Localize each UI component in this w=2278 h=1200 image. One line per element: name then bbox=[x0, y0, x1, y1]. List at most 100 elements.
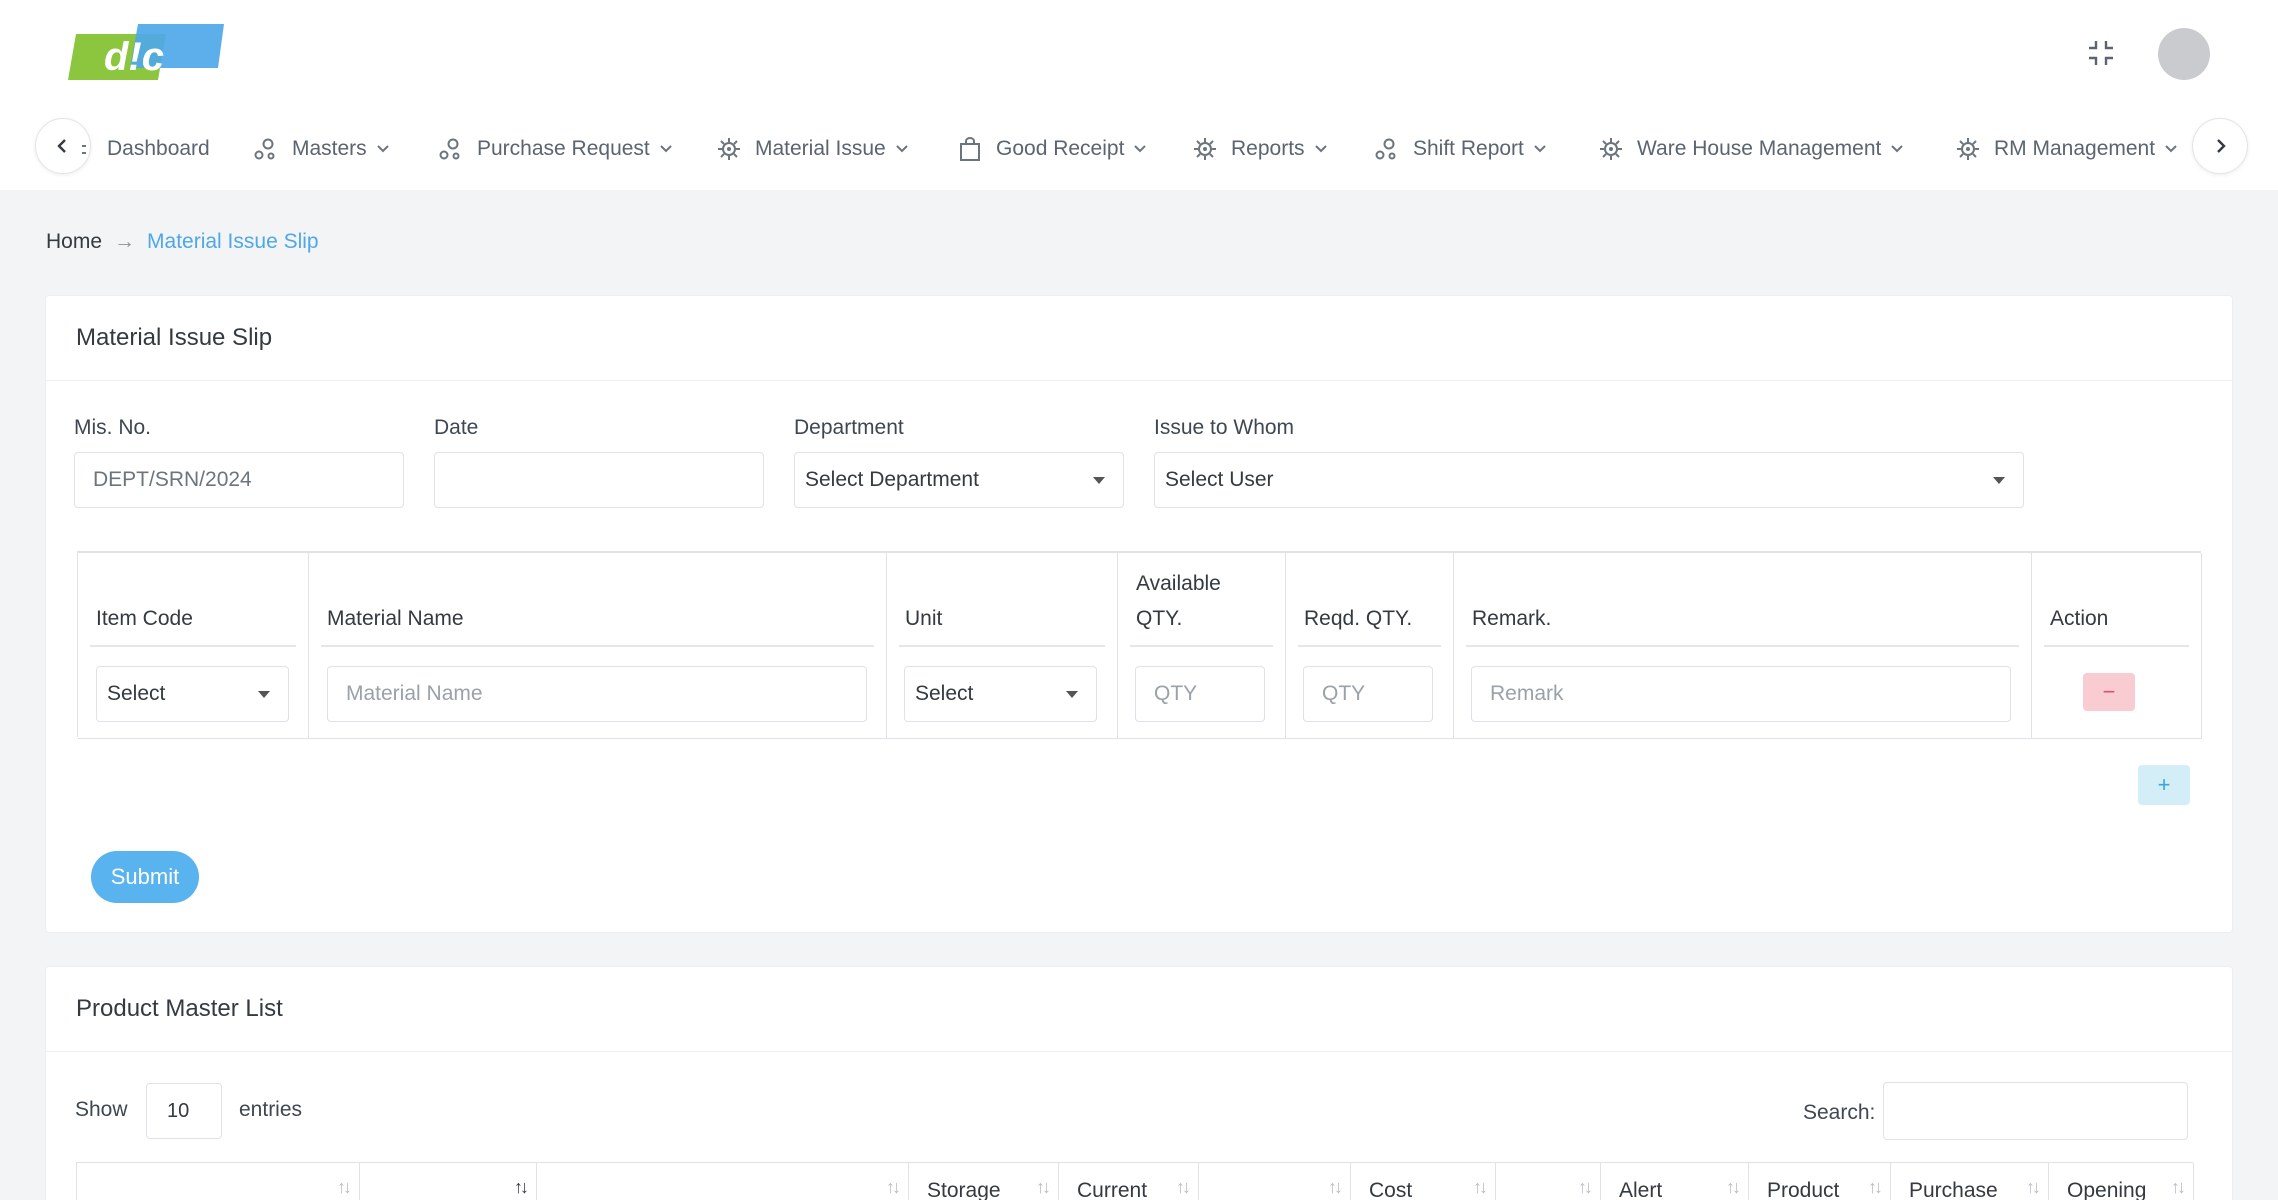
company-logo[interactable]: d!c bbox=[68, 24, 224, 82]
nav-item-purchase-request[interactable]: Purchase Request bbox=[439, 132, 673, 166]
search-input[interactable] bbox=[1883, 1082, 2188, 1140]
item-code-select[interactable]: Select bbox=[96, 666, 289, 722]
nav-item-label: Reports bbox=[1231, 137, 1305, 160]
nav-item-label: Dashboard bbox=[107, 137, 210, 160]
remove-row-button[interactable]: − bbox=[2083, 673, 2135, 711]
issue-to-select-value: Select User bbox=[1165, 468, 1274, 491]
sort-icon: ↑↓ bbox=[1036, 1177, 1051, 1197]
exit-fullscreen-icon[interactable] bbox=[2086, 38, 2116, 68]
search-label: Search: bbox=[1803, 1101, 1876, 1124]
nav-item-rm-management[interactable]: RM Management bbox=[1956, 132, 2178, 166]
chevron-left-icon bbox=[57, 139, 66, 153]
nav-item-label: Masters bbox=[292, 137, 367, 160]
reqd-qty-input[interactable]: QTY bbox=[1303, 666, 1433, 722]
table-header-cell[interactable]: ↑↓ bbox=[77, 1163, 360, 1200]
breadcrumb-separator: → bbox=[114, 230, 136, 253]
header-unit: Unit bbox=[905, 607, 943, 630]
nav-item-reports[interactable]: Reports bbox=[1193, 132, 1328, 166]
issue-to-select[interactable]: Select User bbox=[1154, 452, 2024, 508]
gear-icon bbox=[717, 137, 741, 161]
reqd-qty-placeholder: QTY bbox=[1322, 682, 1366, 705]
available-qty-input[interactable]: QTY bbox=[1135, 666, 1265, 722]
header-divider bbox=[90, 645, 296, 647]
header-available-qty-line-1: Available bbox=[1136, 572, 1221, 595]
nav-item-label: RM Management bbox=[1994, 137, 2156, 160]
column-header-label: Storage bbox=[927, 1179, 1001, 1200]
sort-icon: ↑↓ bbox=[886, 1177, 901, 1197]
table-header-cell[interactable]: Storage ↑↓ bbox=[909, 1163, 1059, 1200]
entries-length-select[interactable]: 10 bbox=[146, 1083, 222, 1139]
product-master-table: ↑↓ ↑↓ ↑↓ Storage ↑↓ Current ↑↓ ↑↓ Cost ↑… bbox=[76, 1162, 2194, 1200]
column-header-label: Opening bbox=[2067, 1179, 2147, 1200]
nav-item-label: Shift Report bbox=[1413, 137, 1524, 160]
mis-no-input[interactable]: DEPT/SRN/2024 bbox=[74, 452, 404, 508]
table-header-cell[interactable]: Cost ↑↓ bbox=[1351, 1163, 1496, 1200]
table-header-cell[interactable]: Product ↑↓ bbox=[1749, 1163, 1891, 1200]
nav-item-good-receipt[interactable]: Good Receipt bbox=[958, 132, 1147, 166]
table-header-cell[interactable]: ↑↓ bbox=[360, 1163, 537, 1200]
date-label: Date bbox=[434, 416, 479, 439]
nav-item-label: Material Issue bbox=[755, 137, 886, 160]
nav-item-masters[interactable]: Masters bbox=[254, 132, 390, 166]
remark-input[interactable]: Remark bbox=[1471, 666, 2011, 722]
circles-icon bbox=[1375, 137, 1399, 161]
department-label: Department bbox=[794, 416, 904, 439]
table-header-cell[interactable]: Current ↑↓ bbox=[1059, 1163, 1199, 1200]
table-header-cell[interactable]: ↑↓ bbox=[1199, 1163, 1351, 1200]
chevron-down-icon bbox=[895, 142, 909, 156]
material-name-placeholder: Material Name bbox=[346, 682, 483, 705]
header-divider bbox=[1130, 645, 1273, 647]
top-header: d!c Dashboard Masters Purchase Request M… bbox=[0, 0, 2278, 190]
material-name-input[interactable]: Material Name bbox=[327, 666, 867, 722]
remark-placeholder: Remark bbox=[1490, 682, 1564, 705]
chevron-right-icon bbox=[2217, 139, 2226, 153]
unit-select[interactable]: Select bbox=[904, 666, 1097, 722]
mis-no-label: Mis. No. bbox=[74, 416, 152, 439]
chevron-down-icon bbox=[1890, 142, 1904, 156]
date-input[interactable] bbox=[434, 452, 764, 508]
sort-icon: ↑↓ bbox=[2171, 1177, 2186, 1197]
entries-label: entries bbox=[239, 1098, 303, 1121]
caret-down-icon bbox=[258, 691, 270, 698]
chevron-down-icon bbox=[2164, 142, 2178, 156]
gear-icon bbox=[1599, 137, 1623, 161]
department-select-value: Select Department bbox=[805, 468, 979, 491]
header-reqd-qty: Reqd. QTY. bbox=[1304, 607, 1413, 630]
department-select[interactable]: Select Department bbox=[794, 452, 1124, 508]
table-header-cell[interactable]: Opening ↑↓ bbox=[2049, 1163, 2194, 1200]
header-divider bbox=[1298, 645, 1441, 647]
column-header-label: Purchase bbox=[1909, 1179, 1998, 1200]
card-title: Product Master List bbox=[46, 967, 2232, 1052]
circles-icon bbox=[254, 137, 278, 161]
table-header-cell[interactable]: Purchase ↑↓ bbox=[1891, 1163, 2049, 1200]
header-available-qty-line-2: QTY. bbox=[1136, 607, 1183, 630]
partial-icon bbox=[80, 137, 92, 161]
nav-item-warehouse-management[interactable]: Ware House Management bbox=[1599, 132, 1904, 166]
sort-icon: ↑↓ bbox=[2026, 1177, 2041, 1197]
nav-scroll-right-button[interactable] bbox=[2192, 118, 2248, 174]
submit-button[interactable]: Submit bbox=[91, 851, 199, 903]
item-code-select-value: Select bbox=[107, 682, 166, 705]
header-divider bbox=[899, 645, 1105, 647]
table-header-cell[interactable]: Alert ↑↓ bbox=[1601, 1163, 1749, 1200]
nav-item-dashboard[interactable]: Dashboard bbox=[80, 132, 210, 166]
breadcrumb: Home → Material Issue Slip bbox=[46, 230, 319, 254]
table-header-cell[interactable]: ↑↓ bbox=[537, 1163, 909, 1200]
add-row-button[interactable]: + bbox=[2138, 765, 2190, 805]
caret-down-icon bbox=[1993, 477, 2005, 484]
nav-item-material-issue[interactable]: Material Issue bbox=[717, 132, 909, 166]
logo-text: d!c bbox=[104, 35, 164, 79]
table-header-cell[interactable]: ↑↓ bbox=[1496, 1163, 1601, 1200]
nav-item-label: Ware House Management bbox=[1637, 137, 1882, 160]
nav-item-shift-report[interactable]: Shift Report bbox=[1375, 132, 1547, 166]
chevron-down-icon bbox=[1314, 142, 1328, 156]
caret-down-icon bbox=[1093, 477, 1105, 484]
gear-icon bbox=[1956, 137, 1980, 161]
chevron-down-icon bbox=[1533, 142, 1547, 156]
chevron-down-icon bbox=[1133, 142, 1147, 156]
breadcrumb-home-link[interactable]: Home bbox=[46, 230, 102, 254]
header-divider bbox=[321, 645, 874, 647]
user-avatar[interactable] bbox=[2158, 28, 2210, 80]
header-remark: Remark. bbox=[1472, 607, 1552, 630]
sort-icon: ↑↓ bbox=[337, 1177, 352, 1197]
